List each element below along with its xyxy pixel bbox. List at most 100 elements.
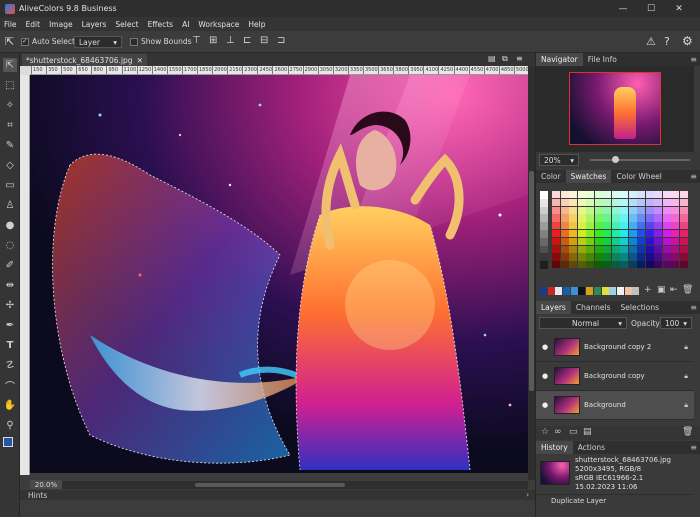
- minimize-button[interactable]: —: [612, 0, 634, 17]
- swatch[interactable]: [662, 245, 671, 253]
- swatch[interactable]: [645, 245, 654, 253]
- brush-tool-icon[interactable]: ✐: [3, 258, 17, 272]
- swatch[interactable]: [628, 253, 637, 261]
- menu-help[interactable]: Help: [248, 20, 265, 29]
- swatch[interactable]: [540, 229, 548, 238]
- swatch[interactable]: [654, 253, 662, 261]
- swatch[interactable]: [637, 261, 645, 269]
- swatch[interactable]: [569, 253, 577, 261]
- swatch[interactable]: [594, 191, 603, 199]
- color-picker-icon[interactable]: ⌒: [3, 378, 17, 393]
- panel-menu-icon[interactable]: ≡: [690, 55, 697, 64]
- swatch[interactable]: [645, 261, 654, 269]
- swatch[interactable]: [577, 191, 586, 199]
- menu-image[interactable]: Image: [49, 20, 73, 29]
- swatch[interactable]: [560, 222, 569, 230]
- custom-swatch[interactable]: [624, 287, 632, 295]
- swatch[interactable]: [628, 230, 637, 238]
- swatch[interactable]: [540, 191, 548, 199]
- swatch[interactable]: [645, 253, 654, 261]
- swatch[interactable]: [628, 237, 637, 246]
- swatch[interactable]: [645, 214, 654, 222]
- swatch[interactable]: [586, 206, 594, 214]
- swatch[interactable]: [620, 230, 628, 238]
- swatch[interactable]: [569, 206, 577, 214]
- vertical-scroll-thumb[interactable]: [529, 171, 534, 391]
- swatch[interactable]: [577, 214, 586, 222]
- tab-channels[interactable]: Channels: [571, 301, 616, 314]
- help-icon[interactable]: ?: [664, 35, 670, 48]
- swatch[interactable]: [679, 253, 688, 261]
- swatch[interactable]: [552, 253, 560, 261]
- swatch[interactable]: [577, 230, 586, 238]
- swatch[interactable]: [628, 214, 637, 222]
- menu-ai[interactable]: AI: [182, 20, 189, 29]
- document-tab[interactable]: *shutterstock_68463706.jpg ✕: [22, 54, 147, 66]
- swatch[interactable]: [671, 222, 679, 230]
- align-hcenter-icon[interactable]: ⊟: [260, 35, 268, 46]
- close-button[interactable]: ✕: [668, 0, 690, 17]
- swatch[interactable]: [620, 222, 628, 230]
- swatch[interactable]: [594, 198, 603, 207]
- swatch[interactable]: [645, 191, 654, 199]
- swatch[interactable]: [560, 253, 569, 261]
- new-layer-icon[interactable]: ▤: [583, 427, 592, 437]
- swatch[interactable]: [586, 245, 594, 253]
- visibility-icon[interactable]: ●: [541, 372, 549, 380]
- swatch[interactable]: [586, 237, 594, 246]
- align-right-icon[interactable]: ⊐: [277, 35, 285, 46]
- swatch[interactable]: [628, 198, 637, 207]
- swatch[interactable]: [594, 222, 603, 230]
- swatch[interactable]: [671, 245, 679, 253]
- swatch[interactable]: [540, 253, 548, 262]
- swatch[interactable]: [679, 237, 688, 246]
- swatch[interactable]: [560, 214, 569, 222]
- swatch[interactable]: [662, 214, 671, 222]
- align-left-icon[interactable]: ⊏: [243, 35, 251, 46]
- swatch[interactable]: [603, 198, 611, 207]
- visibility-icon[interactable]: ●: [541, 401, 549, 409]
- custom-swatch[interactable]: [593, 287, 601, 295]
- custom-swatch[interactable]: [563, 287, 571, 295]
- swatch[interactable]: [540, 214, 548, 223]
- tab-history[interactable]: History: [536, 441, 573, 454]
- swatch[interactable]: [586, 191, 594, 199]
- custom-swatch[interactable]: [632, 287, 640, 295]
- panel-menu-icon[interactable]: ≡: [690, 443, 697, 452]
- swatch[interactable]: [620, 245, 628, 253]
- layer-effects-icon[interactable]: ☆: [541, 427, 549, 437]
- tab-file-info[interactable]: File Info: [583, 53, 622, 66]
- mirror-tool-icon[interactable]: ⇹: [3, 278, 17, 292]
- swatch[interactable]: [637, 214, 645, 222]
- swatch[interactable]: [611, 222, 620, 230]
- swatch[interactable]: [662, 261, 671, 269]
- swatch[interactable]: [611, 191, 620, 199]
- swatch[interactable]: [637, 191, 645, 199]
- swatch[interactable]: [586, 198, 594, 207]
- swatch[interactable]: [552, 245, 560, 253]
- eyedropper-icon[interactable]: ✎: [3, 138, 17, 152]
- foreground-color-swatch[interactable]: [3, 437, 13, 447]
- swatch[interactable]: [620, 237, 628, 246]
- swatch[interactable]: [552, 214, 560, 222]
- navigator-zoom-dropdown[interactable]: 20% ▾: [539, 154, 579, 166]
- menu-edit[interactable]: Edit: [26, 20, 41, 29]
- swatch[interactable]: [654, 261, 662, 269]
- swatch[interactable]: [603, 261, 611, 269]
- swatch[interactable]: [654, 191, 662, 199]
- swatch[interactable]: [603, 230, 611, 238]
- history-snapshot[interactable]: shutterstock_68463706.jpg 5200x3495, RGB…: [536, 454, 694, 494]
- swatch[interactable]: [586, 261, 594, 269]
- swatch[interactable]: [671, 230, 679, 238]
- swatch[interactable]: [637, 198, 645, 207]
- hand-tool-icon[interactable]: ✋: [3, 398, 17, 412]
- swatch[interactable]: [611, 206, 620, 214]
- stamp-tool-icon[interactable]: ♙: [3, 198, 17, 212]
- layer-group-icon[interactable]: ▭: [569, 427, 578, 437]
- swatch[interactable]: [540, 206, 548, 215]
- gray-swatch-column[interactable]: [540, 191, 548, 269]
- crop-tool-icon[interactable]: ⌗: [3, 118, 17, 132]
- swatch[interactable]: [594, 245, 603, 253]
- hints-expand-icon[interactable]: ›: [526, 491, 529, 499]
- eraser-icon[interactable]: ◇: [3, 158, 17, 172]
